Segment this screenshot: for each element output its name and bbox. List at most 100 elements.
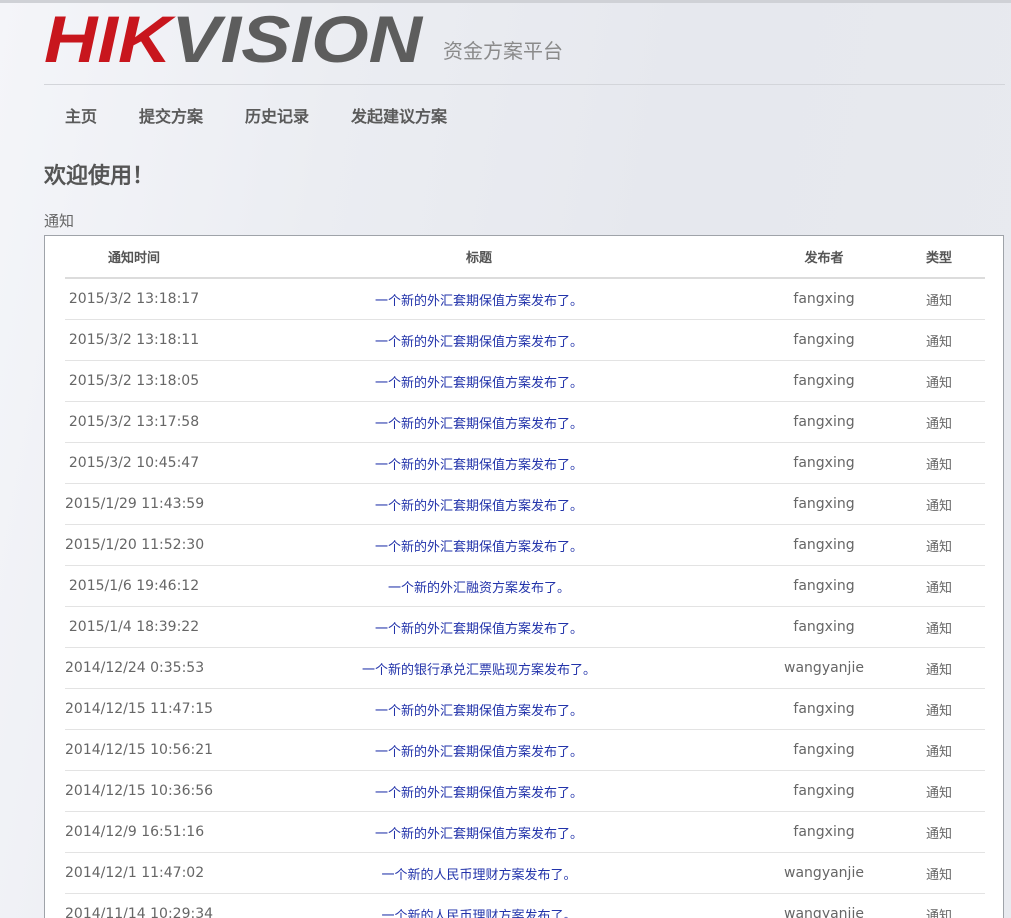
- notice-type: 通知: [893, 524, 985, 566]
- notice-title-link[interactable]: 一个新的外汇套期保值方案发布了。: [375, 335, 583, 350]
- notice-type: 通知: [893, 442, 985, 484]
- top-border: [0, 0, 1011, 3]
- notice-type: 通知: [893, 565, 985, 607]
- notice-type: 通知: [893, 811, 985, 853]
- notice-title-link[interactable]: 一个新的人民币理财方案发布了。: [381, 868, 576, 883]
- notice-title-link[interactable]: 一个新的外汇套期保值方案发布了。: [375, 499, 583, 514]
- main-nav: 主页 提交方案 历史记录 发起建议方案: [44, 98, 468, 132]
- notice-type: 通知: [893, 360, 985, 402]
- notice-time: 2014/12/1 11:47:02: [65, 852, 204, 894]
- nav-home[interactable]: 主页: [44, 97, 118, 133]
- notice-type: 通知: [893, 606, 985, 648]
- table-row: 2014/12/15 11:47:15 一个新的外汇套期保值方案发布了。 fangx…: [65, 688, 985, 730]
- notice-time: 2014/11/14 10:29:34: [65, 893, 213, 918]
- notice-title-link[interactable]: 一个新的人民币理财方案发布了。: [381, 909, 576, 918]
- notice-title-link[interactable]: 一个新的外汇套期保值方案发布了。: [375, 540, 583, 555]
- notice-title-cell: 一个新的外汇套期保值方案发布了。: [203, 442, 755, 484]
- notice-title-cell: 一个新的外汇套期保值方案发布了。: [203, 319, 755, 361]
- table-row: 2014/12/1 11:47:02 一个新的人民币理财方案发布了。 wangyan…: [65, 852, 985, 894]
- notice-title-link[interactable]: 一个新的银行承兑汇票贴现方案发布了。: [362, 663, 596, 678]
- notice-title-link[interactable]: 一个新的外汇套期保值方案发布了。: [375, 745, 583, 760]
- notice-time: 2015/3/2 13:18:17: [65, 278, 203, 320]
- table-row: 2015/3/2 13:17:58 一个新的外汇套期保值方案发布了。 fangxin…: [65, 401, 985, 443]
- notice-table-body: 2015/3/2 13:18:17 一个新的外汇套期保值方案发布了。 fangxin…: [65, 278, 985, 918]
- table-row: 2015/3/2 13:18:17 一个新的外汇套期保值方案发布了。 fangxin…: [65, 278, 985, 320]
- notice-title-cell: 一个新的外汇套期保值方案发布了。: [203, 278, 755, 320]
- notice-title-cell: 一个新的外汇套期保值方案发布了。: [203, 360, 755, 402]
- notice-title-cell: 一个新的外汇套期保值方案发布了。: [203, 606, 755, 648]
- notice-type: 通知: [893, 278, 985, 320]
- notice-title-cell: 一个新的外汇套期保值方案发布了。: [203, 401, 755, 443]
- notice-time: 2015/3/2 13:18:11: [65, 319, 203, 361]
- nav-history[interactable]: 历史记录: [224, 97, 330, 133]
- notice-type: 通知: [893, 729, 985, 771]
- notice-publisher: fangxing: [755, 811, 893, 853]
- notice-time: 2015/1/20 11:52:30: [65, 524, 204, 566]
- table-row: 2015/1/6 19:46:12 一个新的外汇融资方案发布了。 fangxing 通…: [65, 565, 985, 607]
- notice-type: 通知: [893, 319, 985, 361]
- notice-title-cell: 一个新的外汇套期保值方案发布了。: [203, 688, 755, 730]
- notice-publisher: fangxing: [755, 278, 893, 320]
- notice-title-cell: 一个新的外汇套期保值方案发布了。: [203, 483, 755, 525]
- notice-title-link[interactable]: 一个新的外汇套期保值方案发布了。: [375, 786, 583, 801]
- table-row: 2014/12/15 10:36:56 一个新的外汇套期保值方案发布了。 fangx…: [65, 770, 985, 812]
- column-header-type: 类型: [893, 236, 985, 279]
- notice-time: 2015/3/2 10:45:47: [65, 442, 203, 484]
- table-row: 2015/3/2 10:45:47 一个新的外汇套期保值方案发布了。 fangxin…: [65, 442, 985, 484]
- notice-time: 2015/3/2 13:17:58: [65, 401, 203, 443]
- notice-title-link[interactable]: 一个新的外汇套期保值方案发布了。: [375, 622, 583, 637]
- notice-time: 2014/12/24 0:35:53: [65, 647, 204, 689]
- column-header-title: 标题: [203, 236, 755, 279]
- notice-title-cell: 一个新的人民币理财方案发布了。: [203, 852, 755, 894]
- notice-publisher: fangxing: [755, 319, 893, 361]
- notice-title-cell: 一个新的银行承兑汇票贴现方案发布了。: [203, 647, 755, 689]
- notice-publisher: fangxing: [755, 442, 893, 484]
- table-row: 2015/1/4 18:39:22 一个新的外汇套期保值方案发布了。 fangxin…: [65, 606, 985, 648]
- notice-publisher: fangxing: [755, 688, 893, 730]
- notice-title-link[interactable]: 一个新的外汇融资方案发布了。: [388, 581, 570, 596]
- notice-type: 通知: [893, 647, 985, 689]
- notice-publisher: fangxing: [755, 401, 893, 443]
- notice-publisher: fangxing: [755, 770, 893, 812]
- table-row: 2015/3/2 13:18:05 一个新的外汇套期保值方案发布了。 fangxin…: [65, 360, 985, 402]
- notice-title-link[interactable]: 一个新的外汇套期保值方案发布了。: [375, 294, 583, 309]
- table-header-row: 通知时间 标题 发布者 类型: [65, 236, 985, 279]
- welcome-heading: 欢迎使用！: [44, 164, 155, 189]
- table-row: 2015/3/2 13:18:11 一个新的外汇套期保值方案发布了。 fangxin…: [65, 319, 985, 361]
- notice-table-container: 通知时间 标题 发布者 类型 2015/3/2 13:18:17 一个新的外汇套期…: [44, 235, 1004, 918]
- table-row: 2014/12/15 10:56:21 一个新的外汇套期保值方案发布了。 fangx…: [65, 729, 985, 771]
- notice-title-link[interactable]: 一个新的外汇套期保值方案发布了。: [375, 376, 583, 391]
- notice-title-link[interactable]: 一个新的外汇套期保值方案发布了。: [375, 458, 583, 473]
- column-header-time: 通知时间: [65, 236, 203, 279]
- notice-type: 通知: [893, 852, 985, 894]
- notice-publisher: wangyanjie: [755, 893, 893, 918]
- notice-publisher: fangxing: [755, 606, 893, 648]
- notice-publisher: wangyanjie: [755, 647, 893, 689]
- notice-time: 2014/12/15 11:47:15: [65, 688, 213, 730]
- notice-title-cell: 一个新的外汇融资方案发布了。: [203, 565, 755, 607]
- notice-title-link[interactable]: 一个新的外汇套期保值方案发布了。: [375, 704, 583, 719]
- notice-type: 通知: [893, 401, 985, 443]
- notice-title-cell: 一个新的人民币理财方案发布了。: [203, 893, 755, 918]
- notice-type: 通知: [893, 770, 985, 812]
- notice-title-cell: 一个新的外汇套期保值方案发布了。: [203, 811, 755, 853]
- notice-time: 2014/12/15 10:36:56: [65, 770, 213, 812]
- hikvision-logo: HIK VISION: [44, 8, 423, 70]
- notice-type: 通知: [893, 893, 985, 918]
- nav-propose-plan[interactable]: 发起建议方案: [330, 97, 468, 133]
- notice-title-cell: 一个新的外汇套期保值方案发布了。: [203, 524, 755, 566]
- page-header: HIK VISION 资金方案平台: [44, 8, 1005, 84]
- notice-title-link[interactable]: 一个新的外汇套期保值方案发布了。: [375, 827, 583, 842]
- notice-title-cell: 一个新的外汇套期保值方案发布了。: [203, 770, 755, 812]
- notice-title-link[interactable]: 一个新的外汇套期保值方案发布了。: [375, 417, 583, 432]
- column-header-publisher: 发布者: [755, 236, 893, 279]
- notice-publisher: fangxing: [755, 565, 893, 607]
- notice-publisher: fangxing: [755, 524, 893, 566]
- table-row: 2015/1/20 11:52:30 一个新的外汇套期保值方案发布了。 fangxi…: [65, 524, 985, 566]
- notice-time: 2015/1/6 19:46:12: [65, 565, 203, 607]
- notice-time: 2014/12/9 16:51:16: [65, 811, 204, 853]
- nav-submit-plan[interactable]: 提交方案: [118, 97, 224, 133]
- notice-time: 2015/1/4 18:39:22: [65, 606, 203, 648]
- notice-type: 通知: [893, 688, 985, 730]
- table-row: 2014/11/14 10:29:34 一个新的人民币理财方案发布了。 wangya…: [65, 893, 985, 918]
